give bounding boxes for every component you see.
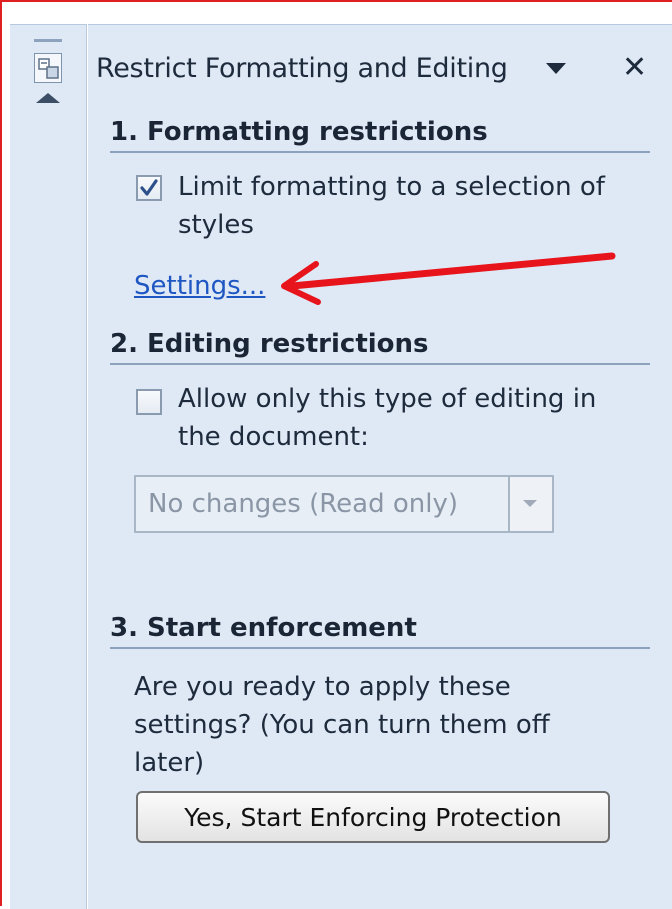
dropdown-button[interactable] [508,477,552,531]
screenshot-frame: Restrict Formatting and Editing ✕ 1. For… [0,0,672,909]
editing-restrictions-heading: 2. Editing restrictions [110,329,650,365]
close-icon[interactable]: ✕ [622,49,647,87]
enforcement-text-line2: settings? (You can turn them off [134,710,550,740]
scroll-up-arrow-icon[interactable] [36,93,60,103]
task-pane-icon[interactable] [34,53,62,83]
top-strip [4,4,672,24]
checkmark-icon [140,179,158,196]
enforcement-text-line1: Are you ready to apply these [134,672,511,702]
task-pane-icon-glyph [38,58,59,79]
pane-title: Restrict Formatting and Editing [96,53,508,84]
allow-editing-checkbox[interactable] [136,389,162,415]
formatting-restrictions-heading: 1. Formatting restrictions [110,117,650,153]
enforcement-text-line3: later) [134,748,205,778]
settings-link[interactable]: Settings... [134,271,265,301]
limit-formatting-label-line1: Limit formatting to a selection of [178,172,605,202]
chevron-down-icon[interactable] [546,63,566,74]
editing-type-dropdown-value: No changes (Read only) [148,489,458,519]
side-rail [10,24,87,909]
limit-formatting-label-line2: styles [178,210,254,240]
rail-grip[interactable] [34,39,62,42]
annotation-arrow-icon [281,252,616,305]
chevron-down-icon [523,500,537,507]
editing-type-dropdown[interactable]: No changes (Read only) [134,475,554,533]
allow-editing-label-line1: Allow only this type of editing in [178,384,597,414]
allow-editing-label-line2: the document: [178,422,369,452]
restrict-editing-pane: Restrict Formatting and Editing ✕ 1. For… [88,24,672,909]
limit-formatting-checkbox[interactable] [136,175,162,201]
start-enforcement-heading: 3. Start enforcement [110,613,650,649]
start-enforcing-protection-button[interactable]: Yes, Start Enforcing Protection [136,791,610,843]
